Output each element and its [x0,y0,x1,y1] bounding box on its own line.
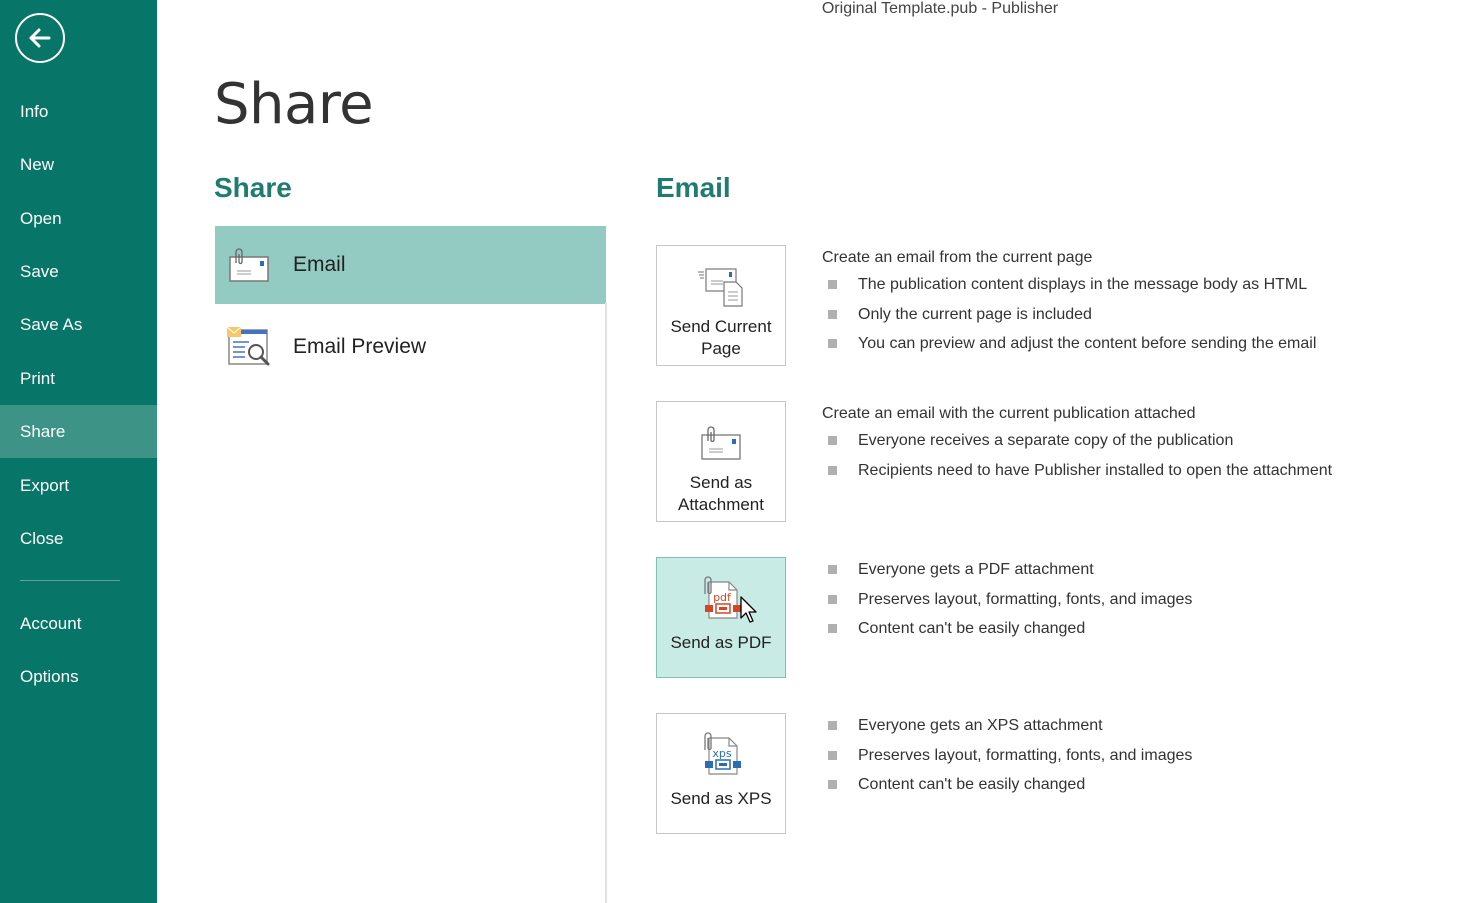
back-arrow-icon [29,28,51,48]
send-current-page-description: Create an email from the current page Th… [822,246,1316,359]
panel-divider [605,303,607,903]
send-as-pdf-button[interactable]: pdf Send as PDF [656,557,786,678]
sidebar-item-close[interactable]: Close [0,512,157,565]
sidebar-item-share[interactable]: Share [0,405,157,458]
pdf-icon: pdf [657,570,785,628]
description-bullet: Everyone gets an XPS attachment [822,711,1192,741]
sidebar-item-info[interactable]: Info [0,85,157,138]
page-title: Share [214,72,374,137]
back-button[interactable] [15,13,65,63]
share-item-email-preview[interactable]: Email Preview [215,308,606,386]
bullet-square-icon [828,280,837,289]
email-section-title: Email [656,172,731,203]
share-item-email[interactable]: Email [215,226,606,304]
send-current-page-icon [657,258,785,316]
email-attachment-icon [225,243,273,287]
sidebar-item-export[interactable]: Export [0,459,157,512]
bullet-square-icon [828,465,837,475]
send-as-xps-button[interactable]: xps Send as XPS [656,713,786,834]
description-bullet: Preserves layout, formatting, fonts, and… [822,585,1192,615]
bullet-square-icon [828,565,837,574]
sidebar-item-new[interactable]: New [0,138,157,191]
share-item-label: Email Preview [293,335,427,358]
description-bullet: Only the current page is included [822,300,1316,330]
backstage-sidebar: Info New Open Save Save As Print Share E… [0,0,157,903]
description-bullet: Content can't be easily changed [822,614,1192,644]
send-attachment-icon [657,414,785,472]
sidebar-item-save-as[interactable]: Save As [0,298,157,351]
bullet-square-icon [828,594,837,604]
send-as-xps-description: Everyone gets an XPS attachment Preserve… [822,711,1192,800]
sidebar-divider [20,580,120,581]
share-section-title: Share [214,172,292,203]
description-bullet: Recipients need to have Publisher instal… [822,456,1332,486]
window-title: Original Template.pub - Publisher [821,0,1059,17]
sidebar-item-account[interactable]: Account [0,597,157,650]
description-heading: Create an email from the current page [822,249,1093,266]
send-current-page-button[interactable]: Send Current Page [656,245,786,366]
xps-icon: xps [657,726,785,784]
description-bullet: Everyone gets a PDF attachment [822,555,1192,585]
option-label: Send Current Page [670,317,772,358]
description-heading: Create an email with the current publica… [822,405,1196,422]
option-label: Send as Attachment [678,473,764,514]
svg-text:xps: xps [712,747,731,760]
bullet-square-icon [828,721,837,730]
sidebar-item-print[interactable]: Print [0,352,157,405]
bullet-square-icon [828,624,837,633]
option-label: Send as XPS [670,789,772,808]
share-options-list: Email Email Preview [215,226,606,386]
option-label: Send as PDF [670,633,772,652]
email-preview-icon [225,325,273,369]
bullet-square-icon [828,339,837,348]
sidebar-item-save[interactable]: Save [0,245,157,298]
description-bullet: Content can't be easily changed [822,770,1192,800]
description-bullet: Preserves layout, formatting, fonts, and… [822,741,1192,771]
share-item-label: Email [293,253,346,276]
bullet-square-icon [828,750,837,760]
send-as-attachment-button[interactable]: Send as Attachment [656,401,786,522]
bullet-square-icon [828,780,837,789]
send-as-attachment-description: Create an email with the current publica… [822,402,1332,485]
send-as-pdf-description: Everyone gets a PDF attachment Preserves… [822,555,1192,644]
description-bullet: Everyone receives a separate copy of the… [822,426,1332,456]
sidebar-item-options[interactable]: Options [0,650,157,703]
bullet-square-icon [828,309,837,319]
bullet-square-icon [828,436,837,445]
sidebar-item-open[interactable]: Open [0,192,157,245]
svg-text:pdf: pdf [713,591,732,604]
description-bullet: The publication content displays in the … [822,270,1316,300]
description-bullet: You can preview and adjust the content b… [822,329,1316,359]
